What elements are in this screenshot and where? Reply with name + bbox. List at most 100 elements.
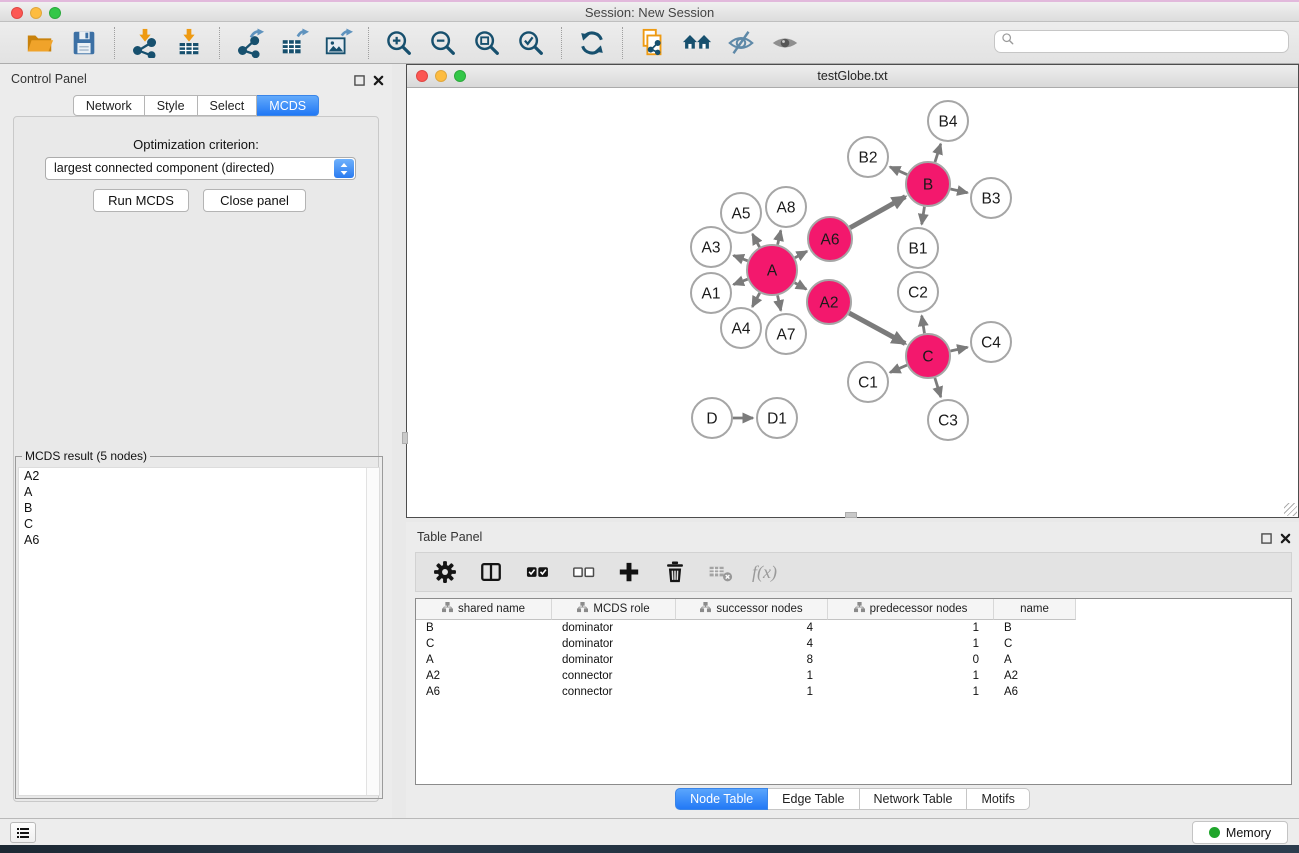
- table-cell[interactable]: 1: [828, 684, 994, 700]
- float-panel-icon[interactable]: [354, 73, 365, 91]
- edge-A-A1[interactable]: [733, 279, 747, 284]
- node-B4[interactable]: B4: [928, 101, 968, 141]
- table-row[interactable]: Adominator80A: [416, 652, 1291, 668]
- float-table-panel-icon[interactable]: [1261, 531, 1272, 549]
- table-cell[interactable]: A2: [994, 668, 1076, 684]
- import-network-icon[interactable]: [129, 27, 161, 59]
- export-table-icon[interactable]: [278, 27, 310, 59]
- table-row[interactable]: A6connector11A6: [416, 684, 1291, 700]
- edge-A2-C[interactable]: [849, 313, 905, 344]
- mcds-result-item[interactable]: C: [19, 516, 379, 532]
- add-column-icon[interactable]: [614, 557, 644, 587]
- mcds-result-item[interactable]: A2: [19, 468, 379, 484]
- table-cell[interactable]: connector: [552, 668, 676, 684]
- memory-button[interactable]: Memory: [1192, 821, 1288, 844]
- edge-C-C1[interactable]: [890, 365, 907, 372]
- tab-style[interactable]: Style: [145, 95, 198, 116]
- node-A2[interactable]: A2: [807, 280, 851, 324]
- mcds-result-item[interactable]: A: [19, 484, 379, 500]
- panel-list-button[interactable]: [10, 822, 36, 843]
- node-B3[interactable]: B3: [971, 178, 1011, 218]
- table-cell[interactable]: A: [994, 652, 1076, 668]
- tab-mcds[interactable]: MCDS: [257, 95, 319, 116]
- export-image-icon[interactable]: [322, 27, 354, 59]
- zoom-in-icon[interactable]: [383, 27, 415, 59]
- node-C[interactable]: C: [906, 334, 950, 378]
- window-resize-grip[interactable]: [1284, 503, 1297, 516]
- table-cell[interactable]: 1: [828, 620, 994, 636]
- network-graph[interactable]: AA6A2BCA5A8A3A1A4A7B4B2B3B1C2C4C1C3DD1: [407, 88, 1298, 517]
- zoom-out-icon[interactable]: [427, 27, 459, 59]
- table-cell[interactable]: B: [416, 620, 552, 636]
- edge-C-C4[interactable]: [950, 347, 967, 351]
- edge-A-A6[interactable]: [795, 251, 807, 257]
- table-cell[interactable]: dominator: [552, 652, 676, 668]
- table-cell[interactable]: 1: [828, 636, 994, 652]
- edge-C-C3[interactable]: [935, 378, 941, 397]
- show-all-icon[interactable]: [769, 27, 801, 59]
- node-A8[interactable]: A8: [766, 187, 806, 227]
- table-cell[interactable]: A2: [416, 668, 552, 684]
- hide-selected-icon[interactable]: [725, 27, 757, 59]
- table-cell[interactable]: 1: [676, 668, 828, 684]
- table-row[interactable]: Bdominator41B: [416, 620, 1291, 636]
- table-cell[interactable]: 4: [676, 620, 828, 636]
- mcds-result-list[interactable]: A2ABCA6: [18, 467, 380, 796]
- split-columns-icon[interactable]: [476, 557, 506, 587]
- edge-C-C2[interactable]: [922, 316, 925, 334]
- node-B1[interactable]: B1: [898, 228, 938, 268]
- mcds-result-item[interactable]: B: [19, 500, 379, 516]
- tab-motifs[interactable]: Motifs: [967, 788, 1029, 810]
- mcds-result-item[interactable]: A6: [19, 532, 379, 548]
- node-B[interactable]: B: [906, 162, 950, 206]
- delete-column-icon[interactable]: [660, 557, 690, 587]
- refresh-layout-icon[interactable]: [576, 27, 608, 59]
- table-cell[interactable]: C: [994, 636, 1076, 652]
- edge-B-B4[interactable]: [935, 144, 941, 162]
- node-B2[interactable]: B2: [848, 137, 888, 177]
- tab-node-table[interactable]: Node Table: [675, 788, 768, 810]
- mcds-list-scrollbar[interactable]: [366, 468, 379, 795]
- edge-A-A5[interactable]: [752, 234, 759, 247]
- edge-A-A4[interactable]: [752, 293, 759, 307]
- edge-A-A8[interactable]: [778, 230, 781, 244]
- table-cell[interactable]: 8: [676, 652, 828, 668]
- horizontal-splitter-handle[interactable]: [845, 512, 857, 518]
- edge-A-A2[interactable]: [795, 283, 807, 290]
- table-cell[interactable]: C: [416, 636, 552, 652]
- table-cell[interactable]: A: [416, 652, 552, 668]
- column-header-predecessor-nodes[interactable]: predecessor nodes: [828, 599, 994, 620]
- node-A4[interactable]: A4: [721, 308, 761, 348]
- run-mcds-button[interactable]: Run MCDS: [93, 189, 189, 212]
- zoom-fit-icon[interactable]: [471, 27, 503, 59]
- new-network-from-selection-icon[interactable]: [637, 27, 669, 59]
- table-settings-icon[interactable]: [430, 557, 460, 587]
- node-D[interactable]: D: [692, 398, 732, 438]
- column-header-name[interactable]: name: [994, 599, 1076, 620]
- table-row[interactable]: Cdominator41C: [416, 636, 1291, 652]
- unselect-all-columns-icon[interactable]: [568, 557, 598, 587]
- network-canvas[interactable]: AA6A2BCA5A8A3A1A4A7B4B2B3B1C2C4C1C3DD1: [407, 88, 1298, 517]
- table-cell[interactable]: 0: [828, 652, 994, 668]
- column-header-MCDS-role[interactable]: MCDS role: [552, 599, 676, 620]
- network-home-icon[interactable]: [681, 27, 713, 59]
- node-D1[interactable]: D1: [757, 398, 797, 438]
- table-cell[interactable]: B: [994, 620, 1076, 636]
- table-cell[interactable]: 1: [828, 668, 994, 684]
- node-A1[interactable]: A1: [691, 273, 731, 313]
- edge-A-A3[interactable]: [733, 255, 747, 260]
- table-cell[interactable]: 1: [676, 684, 828, 700]
- table-cell[interactable]: A6: [994, 684, 1076, 700]
- edge-B-B3[interactable]: [950, 189, 967, 193]
- search-input[interactable]: [1015, 35, 1288, 49]
- import-table-icon[interactable]: [173, 27, 205, 59]
- node-A3[interactable]: A3: [691, 227, 731, 267]
- table-cell[interactable]: 4: [676, 636, 828, 652]
- open-session-icon[interactable]: [24, 27, 56, 59]
- table-cell[interactable]: dominator: [552, 636, 676, 652]
- criterion-dropdown[interactable]: largest connected component (directed): [45, 157, 356, 180]
- table-row[interactable]: A2connector11A2: [416, 668, 1291, 684]
- column-header-successor-nodes[interactable]: successor nodes: [676, 599, 828, 620]
- zoom-selected-icon[interactable]: [515, 27, 547, 59]
- table-cell[interactable]: A6: [416, 684, 552, 700]
